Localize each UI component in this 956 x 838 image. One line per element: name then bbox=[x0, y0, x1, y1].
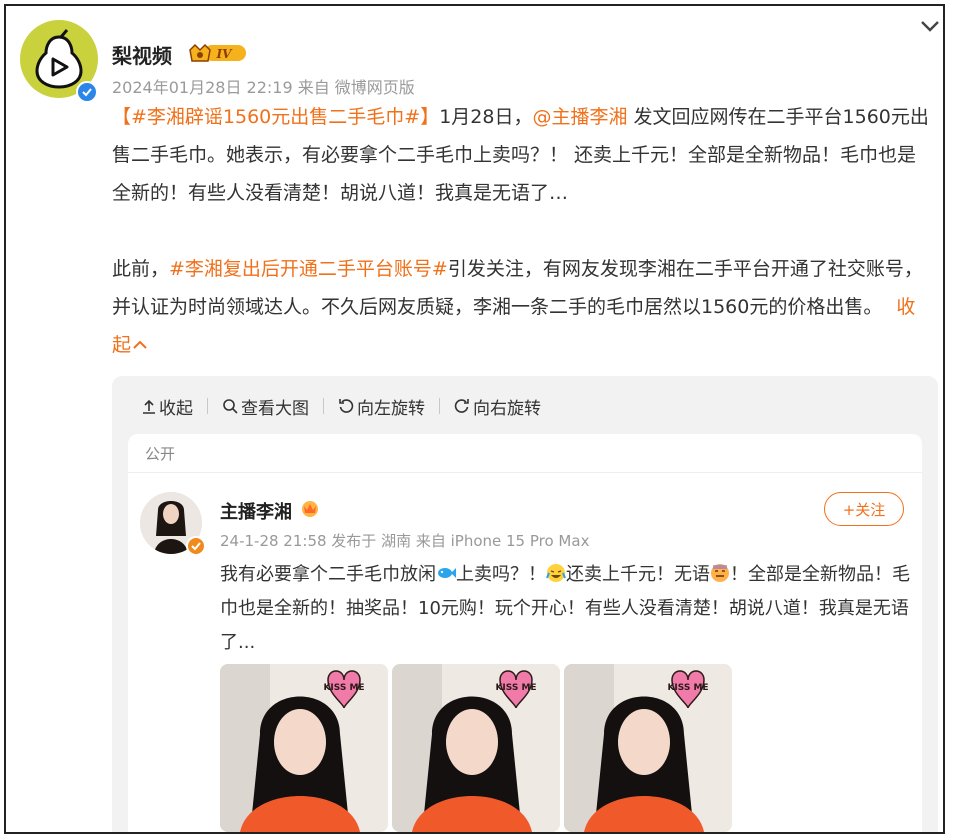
photo-2[interactable]: KISS ME bbox=[392, 664, 560, 832]
embedded-post-text: 我有必要拿个二手毛巾放闲 上卖吗？！ 还卖上千元！无语 ！全部是全新物品！毛巾也是全新… bbox=[220, 564, 910, 653]
visibility-label: 公开 bbox=[145, 445, 176, 463]
follow-button[interactable]: +关注 bbox=[824, 492, 904, 526]
photo-grid: KISS ME KISS ME KISS ME bbox=[220, 664, 732, 832]
verified-badge-icon bbox=[76, 81, 98, 103]
pear-logo-icon bbox=[35, 29, 83, 89]
rotate-left-icon bbox=[339, 399, 354, 413]
post-meta: 2024年01月28日 22:19 来自 微博网页版 bbox=[112, 78, 415, 97]
crying-laugh-icon bbox=[546, 564, 566, 582]
woman-photo-icon: KISS ME bbox=[220, 664, 388, 832]
hashtag-link-2[interactable]: #李湘复出后开通二手平台账号# bbox=[169, 258, 448, 280]
rotate-right-button[interactable]: 向右旋转 bbox=[454, 394, 541, 419]
photo-1[interactable]: KISS ME bbox=[220, 664, 388, 832]
embedded-post-meta: 24-1-28 21:58 发布于 湖南 来自 iPhone 15 Pro Ma… bbox=[220, 532, 590, 550]
paragraph-2: 此前，#李湘复出后开通二手平台账号#引发关注，有网友发现李湘在二手平台开通了社交… bbox=[112, 258, 923, 356]
magnifier-icon bbox=[223, 399, 238, 414]
rotate-left-button[interactable]: 向左旋转 bbox=[338, 394, 425, 419]
svg-text:KISS ME: KISS ME bbox=[667, 683, 708, 693]
upload-arrow-icon bbox=[143, 399, 155, 414]
mention-link[interactable]: @主播李湘 bbox=[532, 106, 627, 128]
svg-text:IV: IV bbox=[216, 47, 234, 61]
paragraph-1: 【#李湘辟谣1560元出售二手毛巾#】1月28日，@主播李湘 发文回应网传在二手… bbox=[112, 106, 929, 204]
woman-photo-icon: KISS ME bbox=[392, 664, 560, 832]
chevron-down-icon[interactable] bbox=[920, 18, 940, 34]
level-badge-icon: IV bbox=[189, 43, 246, 62]
woman-photo-icon: KISS ME bbox=[564, 664, 732, 832]
speechless-face-icon bbox=[711, 564, 729, 582]
crown-icon bbox=[302, 501, 318, 517]
svg-text:KISS ME: KISS ME bbox=[323, 683, 364, 693]
embedded-author-name[interactable]: 主播李湘 bbox=[220, 498, 292, 524]
embedded-post: 公开 主播李湘 24-1-28 21:58 发布于 湖南 来自 iPhone 1… bbox=[128, 434, 922, 832]
divider bbox=[128, 472, 922, 473]
verified-badge-icon bbox=[186, 536, 206, 556]
post-content: 【#李湘辟谣1560元出售二手毛巾#】1月28日，@主播李湘 发文回应网传在二手… bbox=[112, 98, 932, 364]
image-toolbar: 收起 查看大图 向左旋转 向右旋转 bbox=[142, 394, 541, 419]
chevron-up-icon bbox=[133, 340, 147, 349]
rotate-right-icon bbox=[454, 399, 469, 413]
view-large-button[interactable]: 查看大图 bbox=[222, 394, 309, 419]
collapse-button[interactable]: 收起 bbox=[142, 394, 193, 419]
fish-icon bbox=[438, 568, 456, 578]
repost-card: 收起 查看大图 向左旋转 向右旋转 公开 主播李湘 24-1-28 21:58 … bbox=[112, 376, 938, 832]
svg-text:KISS ME: KISS ME bbox=[495, 683, 536, 693]
weibo-post-frame: 梨视频 IV 2024年01月28日 22:19 来自 微博网页版 【#李湘辟谣… bbox=[4, 4, 945, 834]
photo-3[interactable]: KISS ME bbox=[564, 664, 732, 832]
hashtag-link[interactable]: 【#李湘辟谣1560元出售二手毛巾#】 bbox=[112, 106, 439, 128]
author-name[interactable]: 梨视频 bbox=[112, 40, 172, 69]
